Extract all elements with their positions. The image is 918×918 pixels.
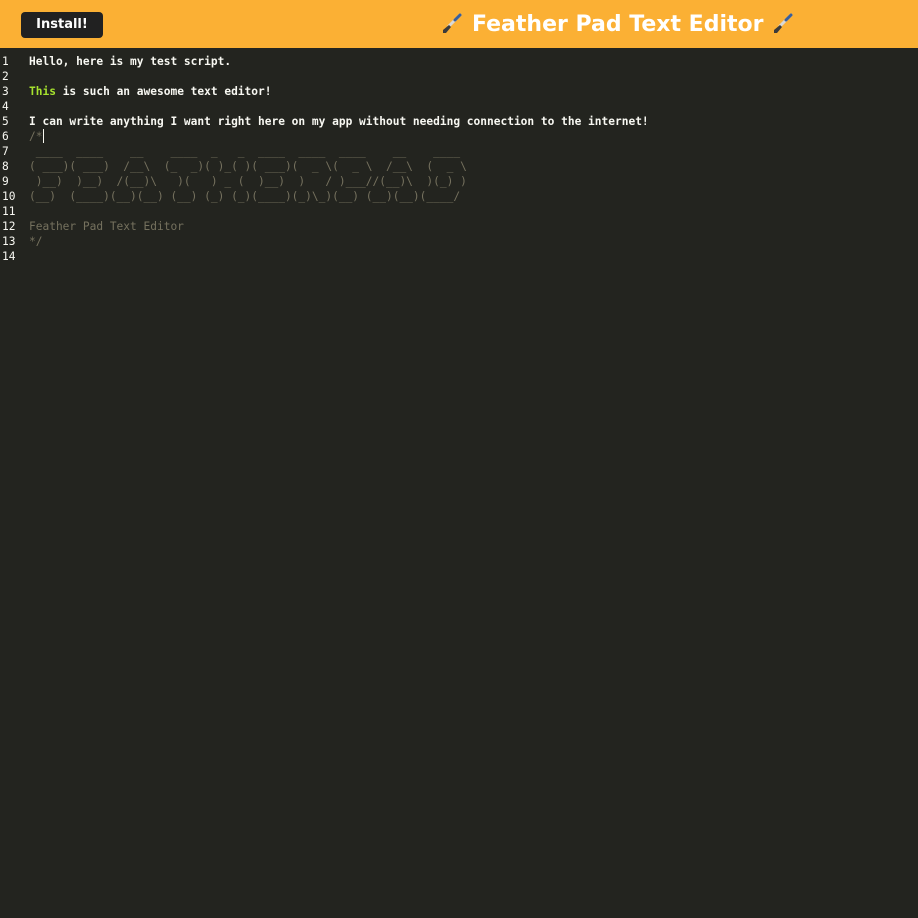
line-text: (__) (____)(__)(__) (__) (_) (_)(____)(_…: [29, 190, 461, 203]
line-text: [22, 99, 29, 114]
editor-line[interactable]: 13 */: [0, 234, 649, 249]
editor-line[interactable]: 12 Feather Pad Text Editor: [0, 219, 649, 234]
line-text: )__) )__) /(__)\ )( ) _ ( )__) ) / )___/…: [29, 175, 467, 188]
editor-line[interactable]: 7 ____ ____ __ ____ _ _ ____ ____ ____ _…: [0, 144, 649, 159]
line-number: 7: [2, 145, 9, 158]
app-title: Feather Pad Text Editor: [440, 9, 795, 39]
install-button[interactable]: Install!: [21, 12, 103, 38]
line-text: [22, 204, 29, 219]
line-text: */: [29, 235, 43, 248]
paintbrush-icon: [774, 13, 793, 33]
line-number: 2: [2, 70, 9, 83]
line-text: /*: [29, 130, 43, 143]
paintbrush-icon: [443, 13, 462, 33]
editor-line[interactable]: 3 This is such an awesome text editor!: [0, 84, 649, 99]
line-number: 13: [2, 235, 16, 248]
line-content: /*: [22, 129, 45, 144]
app-title-text: Feather Pad Text Editor: [472, 11, 764, 37]
line-number: 14: [2, 250, 16, 263]
line-text: Hello, here is my test script.: [29, 55, 232, 68]
line-text: ____ ____ __ ____ _ _ ____ ____ ____ __ …: [29, 145, 467, 158]
line-number: 11: [2, 205, 16, 218]
editor-line[interactable]: 10 (__) (____)(__)(__) (__) (_) (_)(____…: [0, 189, 649, 204]
editor-line[interactable]: 14: [0, 249, 649, 264]
editor-line[interactable]: 9 )__) )__) /(__)\ )( ) _ ( )__) ) / )__…: [0, 174, 649, 189]
editor-line[interactable]: 11: [0, 204, 649, 219]
line-number: 1: [2, 55, 9, 68]
line-text: [22, 249, 29, 264]
line-number: 3: [2, 85, 9, 98]
line-number: 5: [2, 115, 9, 128]
line-number: 9: [2, 175, 9, 188]
line-number: 6: [2, 130, 9, 143]
line-text: [22, 69, 29, 84]
line-text: Feather Pad Text Editor: [29, 220, 184, 233]
line-content: This is such an awesome text editor!: [22, 84, 272, 99]
line-text: I can write anything I want right here o…: [29, 115, 649, 128]
editor-lines: 1 Hello, here is my test script. 2 3 Thi…: [0, 54, 649, 264]
editor-line[interactable]: 4: [0, 99, 649, 114]
line-number: 12: [2, 220, 16, 233]
app-header: Install! Feather Pad Text Editor: [0, 0, 918, 48]
editor-line[interactable]: 8 ( ___)( ___) /__\ (_ _)( )_( )( ___)( …: [0, 159, 649, 174]
line-number: 10: [2, 190, 16, 203]
line-number: 4: [2, 100, 9, 113]
text-cursor: [43, 129, 45, 143]
editor-line[interactable]: 1 Hello, here is my test script.: [0, 54, 649, 69]
editor-line[interactable]: 5 I can write anything I want right here…: [0, 114, 649, 129]
code-editor[interactable]: 1 Hello, here is my test script. 2 3 Thi…: [0, 48, 918, 918]
keyword-token: This: [29, 85, 56, 98]
line-number: 8: [2, 160, 9, 173]
editor-line[interactable]: 2: [0, 69, 649, 84]
line-text: is such an awesome text editor!: [55, 85, 272, 98]
editor-line[interactable]: 6 /*: [0, 129, 649, 144]
line-text: ( ___)( ___) /__\ (_ _)( )_( )( ___)( _ …: [29, 160, 467, 173]
